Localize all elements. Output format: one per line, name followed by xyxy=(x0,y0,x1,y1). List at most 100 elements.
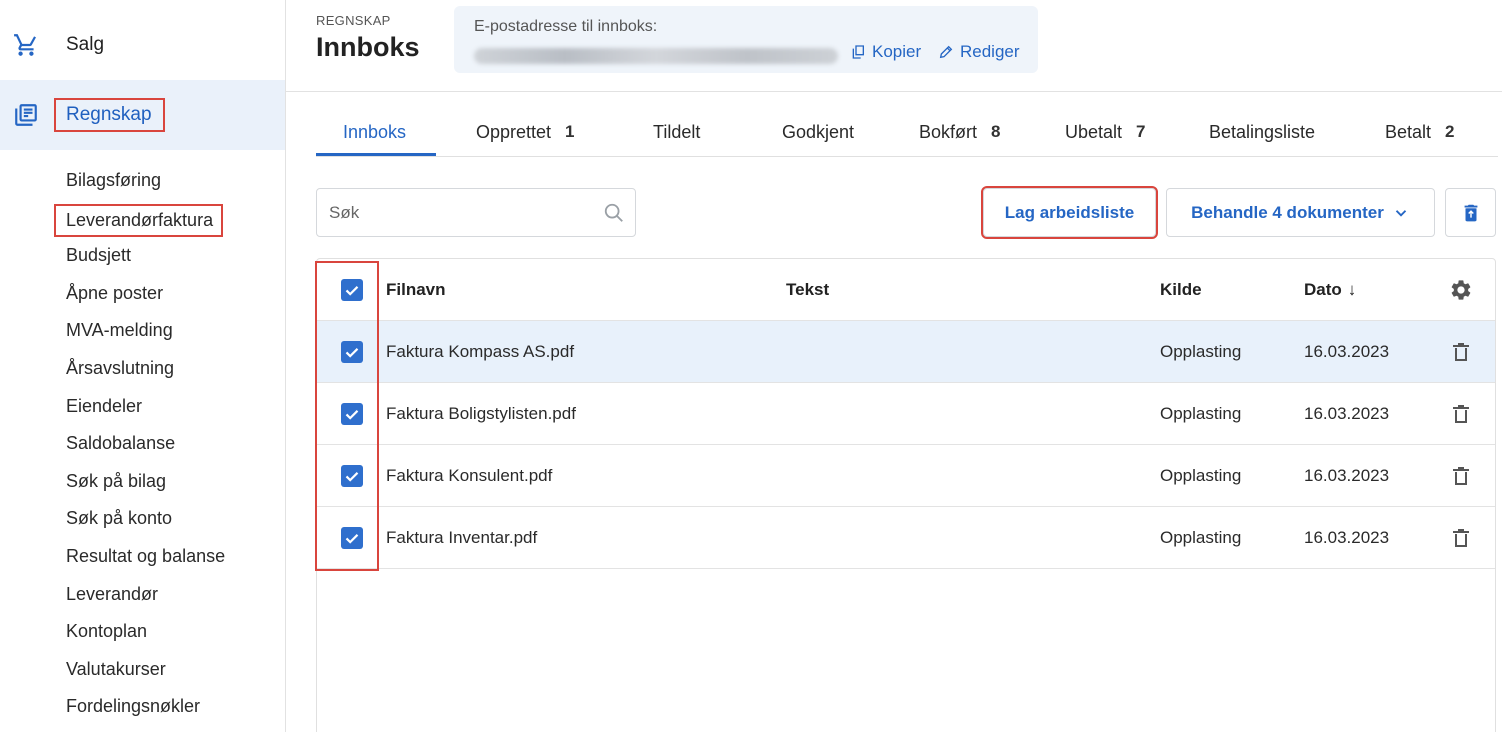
cart-icon xyxy=(13,32,39,58)
column-header-filename[interactable]: Filnavn xyxy=(386,280,446,300)
sidebar-subitem-fordelingsnokler[interactable]: Fordelingsnøkler xyxy=(66,694,281,732)
trash-icon[interactable] xyxy=(1449,402,1473,426)
tab-bokfort[interactable]: Bokført 8 xyxy=(919,108,1000,156)
cell-date: 16.03.2023 xyxy=(1304,465,1390,485)
tab-count: 2 xyxy=(1445,122,1455,141)
inbox-tabs: Innboks Opprettet 1 Tildelt Godkjent Bok… xyxy=(316,108,1498,157)
cell-source: Opplasting xyxy=(1160,465,1242,485)
column-header-source[interactable]: Kilde xyxy=(1160,280,1202,300)
cell-date: 16.03.2023 xyxy=(1304,403,1390,423)
page-title: Innboks xyxy=(316,32,420,62)
process-documents-button[interactable]: Behandle 4 dokumenter xyxy=(1166,188,1435,237)
table-row[interactable]: Faktura Kompass AS.pdf Opplasting 16.03.… xyxy=(317,321,1495,383)
sidebar-subitem-resultat-og-balanse[interactable]: Resultat og balanse xyxy=(66,544,281,582)
sidebar-subitem-arsavslutning[interactable]: Årsavslutning xyxy=(66,356,281,394)
sidebar-subitem-label: Årsavslutning xyxy=(66,357,175,378)
search-input[interactable]: Søk xyxy=(316,188,636,237)
row-checkbox[interactable] xyxy=(341,340,363,363)
table-row[interactable]: Faktura Konsulent.pdf Opplasting 16.03.2… xyxy=(317,445,1495,507)
sidebar-subitem-label: Søk på bilag xyxy=(66,470,167,491)
pencil-icon xyxy=(938,44,954,60)
cell-filename: Faktura Inventar.pdf xyxy=(386,527,538,547)
sidebar-subitem-label: Resultat og balanse xyxy=(66,545,226,566)
sidebar-subnav: Bilagsføring Leverandørfaktura Budsjett … xyxy=(53,168,281,732)
edit-email-button[interactable]: Rediger xyxy=(938,42,1020,62)
sidebar-subitem-label: Kontoplan xyxy=(66,621,148,642)
sidebar-subitem-label: Valutakurser xyxy=(66,658,166,679)
inbox-email-address-redacted xyxy=(474,48,838,64)
tab-betalingsliste[interactable]: Betalingsliste xyxy=(1209,108,1315,156)
tab-label: Betalingsliste xyxy=(1209,121,1316,142)
tab-count: 8 xyxy=(991,122,1001,141)
tab-count: 1 xyxy=(565,122,575,141)
edit-email-label: Rediger xyxy=(960,42,1020,61)
trash-icon[interactable] xyxy=(1449,340,1473,364)
delete-selected-button[interactable] xyxy=(1445,188,1496,237)
cell-date: 16.03.2023 xyxy=(1304,527,1390,547)
cell-filename: Faktura Konsulent.pdf xyxy=(386,465,553,485)
table-row[interactable]: Faktura Boligstylisten.pdf Opplasting 16… xyxy=(317,383,1495,445)
gear-icon[interactable] xyxy=(1449,278,1473,302)
breadcrumb: REGNSKAP xyxy=(316,13,391,28)
column-header-text[interactable]: Tekst xyxy=(786,280,829,300)
sidebar-subitem-valutakurser[interactable]: Valutakurser xyxy=(66,657,281,695)
trash-icon[interactable] xyxy=(1449,526,1473,550)
copy-email-button[interactable]: Kopier xyxy=(850,42,921,62)
column-header-date[interactable]: Dato ↓ xyxy=(1304,280,1356,300)
sidebar-subitem-leverandor[interactable]: Leverandør xyxy=(66,582,281,620)
page-header: REGNSKAP Innboks E-postadresse til innbo… xyxy=(286,0,1502,92)
select-all-checkbox[interactable] xyxy=(341,278,363,301)
tab-opprettet[interactable]: Opprettet 1 xyxy=(476,108,575,156)
sidebar-subitem-apne-poster[interactable]: Åpne poster xyxy=(66,281,281,319)
tab-label: Bokført xyxy=(919,121,978,142)
make-worklist-button[interactable]: Lag arbeidsliste xyxy=(981,186,1158,239)
sidebar-subitem-sok-pa-konto[interactable]: Søk på konto xyxy=(66,506,281,544)
tab-label: Tildelt xyxy=(653,121,701,142)
sidebar-subitem-saldobalanse[interactable]: Saldobalanse xyxy=(66,431,281,469)
tab-tildelt[interactable]: Tildelt xyxy=(653,108,700,156)
sidebar-subitem-mva-melding[interactable]: MVA-melding xyxy=(66,318,281,356)
trash-icon[interactable] xyxy=(1449,464,1473,488)
search-icon xyxy=(603,202,625,224)
tab-label: Godkjent xyxy=(782,121,855,142)
sidebar-subitem-label: Leverandørfaktura xyxy=(53,203,224,237)
sidebar-item-salg[interactable]: Salg xyxy=(0,10,285,80)
sidebar-subitem-bilagsforing[interactable]: Bilagsføring xyxy=(66,168,281,206)
arrow-down-icon: ↓ xyxy=(1347,279,1357,299)
sidebar-item-label: Regnskap xyxy=(54,98,165,132)
chevron-down-icon xyxy=(1392,204,1410,222)
tab-count: 7 xyxy=(1136,122,1146,141)
cell-filename: Faktura Boligstylisten.pdf xyxy=(386,403,576,423)
inbox-email-panel: E-postadresse til innboks: Kopier Redige… xyxy=(454,6,1038,73)
sidebar-subitem-budsjett[interactable]: Budsjett xyxy=(66,243,281,281)
active-tab-indicator xyxy=(316,153,436,156)
sidebar-subitem-label: Søk på konto xyxy=(66,508,173,529)
sidebar-subitem-label: MVA-melding xyxy=(66,320,173,341)
tab-label: Ubetalt xyxy=(1065,121,1123,142)
tab-ubetalt[interactable]: Ubetalt 7 xyxy=(1065,108,1146,156)
tab-label: Innboks xyxy=(343,121,407,142)
copy-icon xyxy=(850,44,866,60)
row-checkbox[interactable] xyxy=(341,526,363,549)
row-checkbox[interactable] xyxy=(341,402,363,425)
cell-date: 16.03.2023 xyxy=(1304,341,1390,361)
sidebar-subitem-sok-pa-bilag[interactable]: Søk på bilag xyxy=(66,469,281,507)
ledger-icon xyxy=(13,102,39,128)
tab-innboks[interactable]: Innboks xyxy=(343,108,406,156)
sidebar-subitem-leverandorfaktura[interactable]: Leverandørfaktura xyxy=(53,203,281,244)
tab-label: Opprettet xyxy=(476,121,552,142)
sidebar-item-regnskap[interactable]: Regnskap xyxy=(0,80,285,150)
sidebar-subitem-kontoplan[interactable]: Kontoplan xyxy=(66,619,281,657)
sidebar-item-label: Salg xyxy=(66,34,105,55)
cell-source: Opplasting xyxy=(1160,403,1242,423)
tab-betalt[interactable]: Betalt 2 xyxy=(1385,108,1455,156)
sidebar-subitem-label: Budsjett xyxy=(66,245,132,266)
sidebar-subitem-label: Saldobalanse xyxy=(66,433,176,454)
process-documents-label: Behandle 4 dokumenter xyxy=(1191,202,1384,222)
make-worklist-label: Lag arbeidsliste xyxy=(1004,202,1135,222)
sidebar-subitem-label: Eiendeler xyxy=(66,395,143,416)
tab-godkjent[interactable]: Godkjent xyxy=(782,108,854,156)
sidebar-subitem-eiendeler[interactable]: Eiendeler xyxy=(66,394,281,432)
row-checkbox[interactable] xyxy=(341,464,363,487)
table-row[interactable]: Faktura Inventar.pdf Opplasting 16.03.20… xyxy=(317,507,1495,569)
